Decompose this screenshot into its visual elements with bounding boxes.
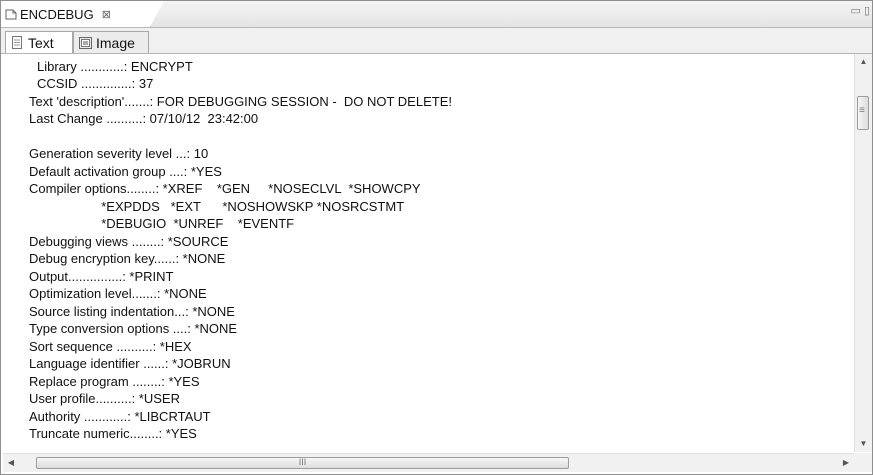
content-line: *EXPDDS *EXT *NOSHOWSKP *NOSRCSTMT	[29, 199, 405, 214]
content-line: Sort sequence ..........: *HEX	[29, 339, 192, 354]
content-line: CCSID ..............: 37	[37, 76, 154, 91]
view-title-bar: ENCDEBUG ⊠ ▭ ▯	[1, 1, 872, 28]
editor-view: ENCDEBUG ⊠ ▭ ▯ Text Image Library ......…	[0, 0, 873, 475]
view-tab-encdebug[interactable]: ENCDEBUG ⊠	[1, 1, 164, 27]
content-line: Compiler options........: *XREF *GEN *NO…	[29, 181, 421, 196]
close-icon[interactable]: ⊠	[102, 8, 111, 21]
horizontal-scrollbar[interactable]: ◀ III ▶	[3, 453, 854, 472]
content-line: Output...............: *PRINT	[29, 269, 174, 284]
content-line: Truncate numeric........: *YES	[29, 426, 197, 441]
minimize-icon[interactable]: ▭	[850, 5, 860, 17]
content-line: Last Change ..........: 07/10/12 23:42:0…	[29, 111, 259, 126]
content-line: Language identifier ......: *JOBRUN	[29, 356, 231, 371]
view-tab-title: ENCDEBUG	[20, 6, 94, 22]
scroll-down-icon[interactable]: ▼	[855, 436, 872, 452]
text-page-icon	[11, 36, 23, 49]
horizontal-scroll-thumb[interactable]: III	[36, 457, 569, 469]
content-line: Type conversion options ....: *NONE	[29, 321, 238, 336]
window-controls: ▭ ▯	[850, 4, 870, 17]
content-line: Library ............: ENCRYPT	[37, 59, 193, 74]
content-line: User profile..........: *USER	[29, 391, 180, 406]
content-line: Replace program ........: *YES	[29, 374, 200, 389]
restore-icon[interactable]: ▯	[864, 5, 870, 17]
content-line: Debug encryption key......: *NONE	[29, 251, 226, 266]
text-content-area[interactable]: Library ............: ENCRYPT CCSID ....…	[3, 54, 853, 452]
scrollbar-corner	[854, 453, 872, 472]
scroll-left-icon[interactable]: ◀	[3, 454, 19, 472]
scroll-right-icon[interactable]: ▶	[838, 454, 854, 472]
tab-image[interactable]: Image	[73, 31, 149, 53]
subtab-bar: Text Image	[1, 28, 872, 54]
file-icon	[5, 8, 17, 20]
content-line: Generation severity level ...: 10	[29, 146, 209, 161]
content-line: Debugging views ........: *SOURCE	[29, 234, 229, 249]
image-icon	[79, 36, 92, 49]
content-line: Optimization level.......: *NONE	[29, 286, 207, 301]
content-line: Source listing indentation...: *NONE	[29, 304, 235, 319]
tab-text-label: Text	[28, 34, 54, 51]
content-line: Authority ............: *LIBCRTAUT	[29, 409, 211, 424]
vertical-scrollbar[interactable]: ▲ ▼	[854, 54, 872, 452]
tab-text[interactable]: Text	[5, 31, 73, 53]
scroll-up-icon[interactable]: ▲	[855, 54, 872, 70]
content-line: Default activation group ....: *YES	[29, 164, 222, 179]
content-line: Text 'description'.......: FOR DEBUGGING…	[29, 94, 452, 109]
content-line: *DEBUGIO *UNREF *EVENTF	[29, 216, 295, 231]
vertical-scroll-thumb[interactable]	[857, 96, 869, 130]
tab-image-label: Image	[96, 34, 135, 51]
